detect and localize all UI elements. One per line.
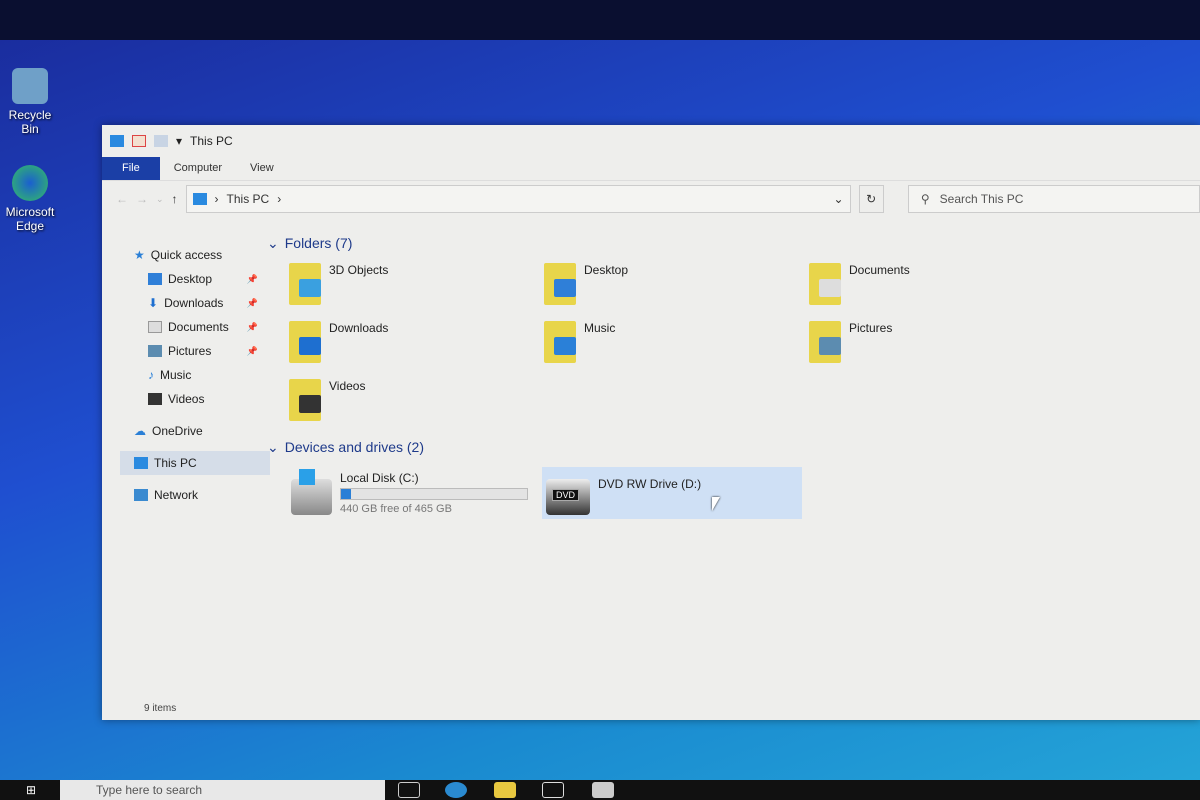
nav-documents[interactable]: Documents 📌: [120, 315, 270, 339]
drive-label: DVD RW Drive (D:): [598, 477, 702, 491]
star-icon: ★: [134, 248, 145, 262]
nav-music[interactable]: ♪ Music: [120, 363, 270, 387]
nav-this-pc[interactable]: This PC: [120, 451, 270, 475]
dvd-drive-icon: DVD: [546, 479, 590, 515]
new-folder-icon[interactable]: [154, 135, 168, 147]
properties-icon[interactable]: [132, 135, 146, 147]
window-title: This PC: [190, 134, 233, 148]
address-bar[interactable]: › This PC › ⌄: [185, 185, 851, 213]
taskbar-search[interactable]: Type here to search: [60, 780, 385, 800]
nav-pictures[interactable]: Pictures 📌: [120, 339, 270, 363]
recycle-bin-icon: [12, 68, 48, 104]
folder-item[interactable]: Documents: [809, 263, 1069, 309]
nav-onedrive[interactable]: ☁ OneDrive: [120, 419, 270, 443]
screen-bezel: [0, 0, 1200, 40]
file-explorer-taskbar-icon[interactable]: [494, 782, 516, 798]
up-icon[interactable]: ↑: [172, 192, 178, 206]
folder-label: Pictures: [849, 321, 893, 335]
back-icon[interactable]: ←: [116, 192, 128, 206]
folder-icon: [289, 379, 321, 421]
folder-label: Downloads: [329, 321, 389, 335]
title-bar: ▾ This PC: [102, 125, 1200, 157]
folder-icon: [809, 321, 841, 363]
start-button[interactable]: ⊞: [26, 783, 36, 797]
chevron-down-icon: ⌄: [267, 438, 279, 455]
edge-taskbar-icon[interactable]: [445, 782, 467, 798]
hard-drive-icon: [291, 469, 332, 515]
drive-usage-bar: [340, 488, 528, 500]
folder-icon: [289, 321, 321, 363]
taskbar: ⊞ Type here to search: [0, 780, 1200, 800]
desktop-icon-recycle-bin[interactable]: Recycle Bin: [0, 68, 60, 136]
nav-network[interactable]: Network: [120, 483, 270, 507]
forward-icon[interactable]: →: [136, 192, 148, 206]
folder-item[interactable]: 3D Objects: [289, 263, 544, 309]
store-taskbar-icon[interactable]: [542, 782, 564, 798]
windows-logo-icon: [299, 469, 315, 485]
drive-local-disk-c[interactable]: Local Disk (C:) 440 GB free of 465 GB: [287, 467, 532, 519]
mouse-cursor: [712, 497, 720, 511]
pictures-icon: [148, 345, 162, 357]
drive-dvd-d[interactable]: DVD DVD RW Drive (D:): [542, 467, 802, 519]
folder-item[interactable]: Music: [544, 321, 809, 367]
cloud-icon: ☁: [134, 424, 146, 438]
nav-videos[interactable]: Videos: [120, 387, 270, 411]
folders-group-header[interactable]: ⌄ Folders (7): [267, 233, 1200, 253]
nav-desktop[interactable]: Desktop 📌: [120, 267, 270, 291]
network-icon: [134, 489, 148, 501]
folder-label: 3D Objects: [329, 263, 389, 277]
address-row: ← → ⌄ ↑ › This PC › ⌄ ↻ ⚲ Search This PC: [102, 181, 1200, 217]
folder-label: Documents: [849, 263, 910, 277]
mail-taskbar-icon[interactable]: [592, 782, 614, 798]
status-bar-item-count: 9 items: [144, 703, 177, 714]
breadcrumb-this-pc[interactable]: This PC: [227, 192, 270, 206]
search-icon: ⚲: [920, 192, 930, 206]
devices-group-header[interactable]: ⌄ Devices and drives (2): [267, 437, 1200, 457]
pin-icon: 📌: [246, 297, 258, 308]
content-pane: ⌄ Folders (7) 3D Objects Desktop Documents D…: [267, 233, 1200, 696]
file-explorer-window: ▾ This PC File Computer View ← → ⌄ ↑ › T…: [102, 125, 1200, 720]
videos-icon: [148, 393, 162, 405]
download-icon: ⬇: [148, 296, 159, 310]
folder-icon: [809, 263, 841, 305]
folder-label: Desktop: [584, 263, 629, 277]
tab-computer[interactable]: Computer: [160, 157, 236, 180]
drive-free-space: 440 GB free of 465 GB: [340, 503, 452, 515]
pin-icon: 📌: [246, 273, 258, 284]
tab-file[interactable]: File: [102, 157, 160, 180]
desktop-icon: [148, 273, 162, 285]
folder-item[interactable]: Downloads: [289, 321, 544, 367]
nav-downloads[interactable]: ⬇ Downloads 📌: [120, 291, 270, 315]
pin-icon: 📌: [246, 321, 258, 332]
edge-icon: [12, 165, 48, 201]
folder-item[interactable]: Videos: [289, 379, 544, 425]
customize-dropdown-icon[interactable]: ▾: [176, 134, 182, 148]
folder-label: Videos: [329, 379, 366, 393]
folders-grid: 3D Objects Desktop Documents Downloads Music…: [289, 263, 1200, 425]
refresh-button[interactable]: ↻: [858, 185, 884, 213]
folder-item[interactable]: Pictures: [809, 321, 1069, 367]
folder-icon: [544, 263, 576, 305]
search-input[interactable]: ⚲ Search This PC: [907, 185, 1200, 213]
desktop-icon-edge[interactable]: Microsoft Edge: [0, 165, 60, 233]
drive-label: Local Disk (C:): [340, 471, 419, 485]
computer-icon: [192, 193, 207, 205]
folder-icon: [544, 321, 576, 363]
music-icon: ♪: [148, 368, 154, 382]
folder-item[interactable]: Desktop: [544, 263, 809, 309]
computer-icon: [134, 457, 148, 469]
pin-icon: 📌: [246, 345, 258, 356]
recent-dropdown-icon[interactable]: ⌄: [156, 194, 164, 205]
nav-quick-access[interactable]: ★ Quick access: [120, 243, 270, 267]
folder-icon: [289, 263, 321, 305]
documents-icon: [148, 321, 162, 333]
address-dropdown-icon[interactable]: ⌄: [833, 192, 843, 206]
folder-label: Music: [584, 321, 616, 335]
computer-icon: [110, 135, 124, 147]
chevron-down-icon: ⌄: [267, 234, 279, 251]
navigation-pane: ★ Quick access Desktop 📌 ⬇ Downloads 📌 Docum…: [120, 243, 270, 507]
task-view-icon[interactable]: [398, 782, 420, 798]
tab-view[interactable]: View: [236, 157, 288, 180]
ribbon: File Computer View: [102, 157, 1200, 181]
